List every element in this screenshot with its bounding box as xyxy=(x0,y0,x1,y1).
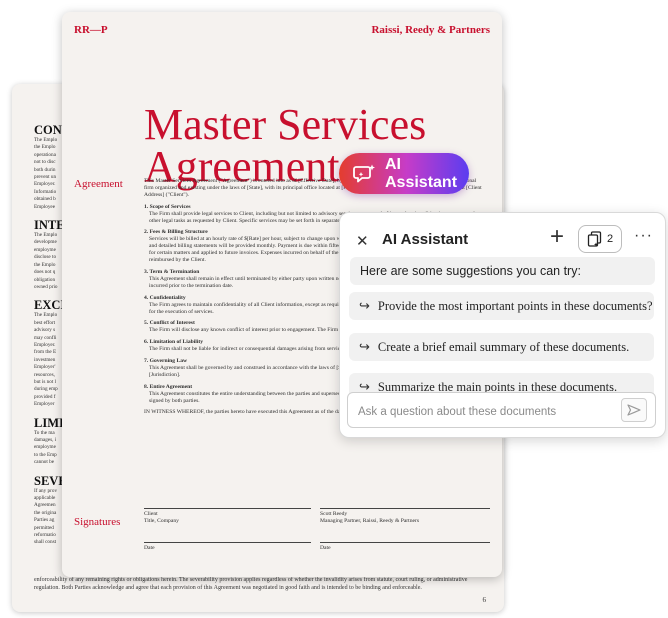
signature-client-title: Title, Company xyxy=(144,518,179,524)
page-number: 6 xyxy=(482,596,487,604)
close-icon[interactable]: ✕ xyxy=(356,232,369,250)
ai-assistant-button-label: AI Assistant xyxy=(385,155,458,191)
signatures-section-label: Signatures xyxy=(74,516,121,528)
signature-firm-name: Scott Reedy xyxy=(320,511,348,517)
suggestion-arrow-icon: ↪ xyxy=(359,339,370,354)
signature-line-firm xyxy=(320,508,490,509)
back-page-bottom-paragraph: enforceability of any remaining rights o… xyxy=(34,577,468,591)
date-line-client xyxy=(144,542,311,543)
suggestion-button[interactable]: ↪ Provide the most important points in th… xyxy=(349,292,654,320)
question-input[interactable] xyxy=(356,402,610,422)
new-chat-plus-icon[interactable]: + xyxy=(550,225,564,249)
date-label-client: Date xyxy=(144,545,155,551)
signature-client-name: Client xyxy=(144,511,158,517)
send-button[interactable] xyxy=(621,398,647,422)
document-count: 2 xyxy=(606,233,614,245)
documents-icon xyxy=(587,230,602,247)
signature-firm-title: Managing Partner, Raissi, Reedy & Partne… xyxy=(320,518,420,524)
suggestions-intro: Here are some suggestions you can try: xyxy=(350,257,655,285)
question-input-container xyxy=(347,392,656,428)
agreement-section-heading: 1. Scope of Services xyxy=(144,203,191,210)
agreement-section-label: Agreement xyxy=(74,178,123,190)
signature-line-client xyxy=(144,508,311,509)
attached-documents-chip[interactable]: 2 xyxy=(578,225,622,253)
ai-assistant-icon xyxy=(353,164,375,182)
suggestion-arrow-icon: ↪ xyxy=(359,298,370,313)
firm-logo-initials: RR—P xyxy=(74,24,108,36)
suggestion-label: Provide the most important points in the… xyxy=(377,298,653,313)
date-line-firm xyxy=(320,542,490,543)
date-label-firm: Date xyxy=(320,545,331,551)
ai-assistant-button[interactable]: AI Assistant xyxy=(339,153,469,194)
firm-name-header: Raissi, Reedy & Partners xyxy=(371,24,490,36)
more-options-icon[interactable]: ··· xyxy=(634,227,653,245)
suggestion-label: Create a brief email summary of these do… xyxy=(377,339,630,354)
send-icon xyxy=(627,404,641,416)
panel-title: AI Assistant xyxy=(382,231,469,248)
suggestion-button[interactable]: ↪ Create a brief email summary of these d… xyxy=(349,333,654,361)
